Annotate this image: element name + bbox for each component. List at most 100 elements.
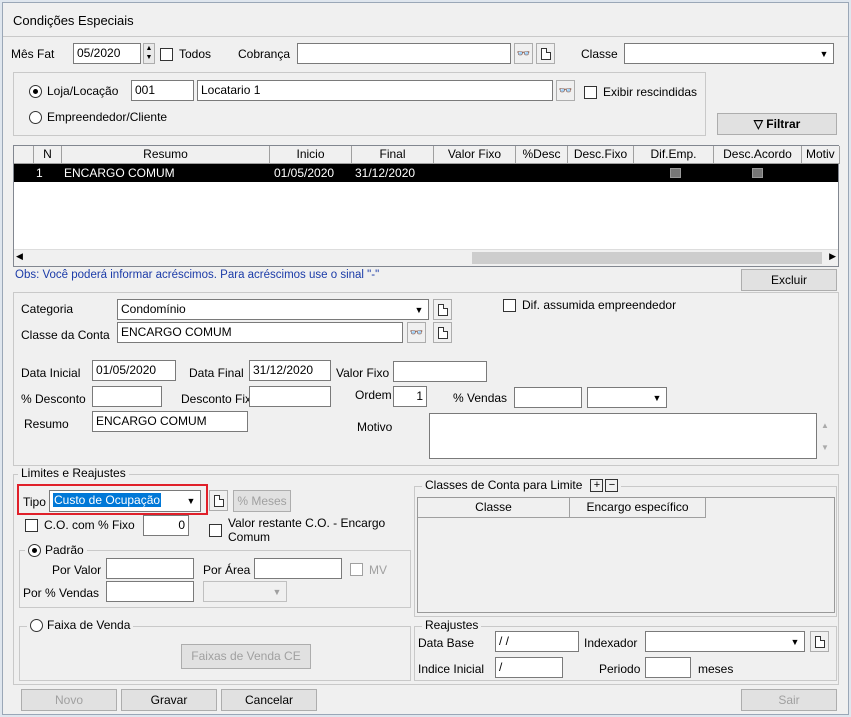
chevron-down-icon: ▼ (414, 304, 424, 315)
grid-col-n[interactable]: N (34, 146, 62, 164)
filtrar-label: Filtrar (766, 117, 801, 131)
cobranca-label: Cobrança (238, 47, 291, 61)
loja-name-input[interactable]: Locatario 1 (197, 80, 553, 101)
loja-code-input[interactable]: 001 (131, 80, 194, 101)
conditions-grid[interactable]: N Resumo Inicio Final Valor Fixo %Desc D… (13, 145, 840, 267)
categoria-select-value: Condomínio (121, 302, 186, 316)
indexador-select[interactable]: ▼ (645, 631, 805, 652)
window: Condições Especiais Mês Fat 05/2020 ▲ ▼ T… (2, 2, 849, 715)
por-valor-input[interactable] (106, 558, 194, 579)
grid-col-valor-fixo[interactable]: Valor Fixo (434, 146, 516, 164)
valor-restante-checkbox[interactable] (209, 524, 222, 537)
row-desc-acordo-checkbox[interactable] (752, 168, 763, 178)
motivo-textarea[interactable] (429, 413, 817, 459)
data-base-input[interactable]: / / (495, 631, 579, 652)
grid-col-motivo[interactable]: Motiv (802, 146, 840, 164)
loja-radio[interactable] (29, 85, 42, 98)
faixas-venda-button[interactable]: Faixas de Venda CE (181, 644, 311, 669)
grid-col-resumo[interactable]: Resumo (62, 146, 270, 164)
por-vendas-input[interactable] (106, 581, 194, 602)
grid-col-inicio[interactable]: Inicio (270, 146, 352, 164)
meses-label: meses (698, 662, 734, 676)
search-binoculars-icon[interactable]: 👓 (514, 43, 533, 64)
meses-button[interactable]: % Meses (233, 490, 291, 512)
row-dif-emp-checkbox[interactable] (670, 168, 681, 178)
indice-label: Indice Inicial (418, 662, 485, 676)
co-fixo-label: C.O. com % Fixo (44, 518, 135, 532)
todos-label: Todos (179, 47, 212, 61)
grid-col-indicator (14, 146, 34, 164)
minus-icon[interactable]: − (605, 478, 619, 492)
grid-col-desc-fixo[interactable]: Desc.Fixo (568, 146, 634, 164)
vendas-select[interactable]: ▼ (587, 387, 667, 408)
classe-select[interactable]: ▼ (624, 43, 834, 64)
por-area-label: Por Área (203, 563, 251, 577)
resumo-input[interactable]: ENCARGO COMUM (92, 411, 248, 432)
periodo-input[interactable] (645, 657, 691, 678)
cobranca-input[interactable] (297, 43, 511, 64)
por-vendas-select[interactable]: ▼ (203, 581, 287, 602)
classe-conta-search-binoculars-icon[interactable]: 👓 (407, 322, 426, 343)
indexador-new-document-icon[interactable] (810, 631, 829, 652)
sair-button[interactable]: Sair (741, 689, 837, 711)
loja-search-binoculars-icon[interactable]: 👓 (556, 80, 575, 101)
ordem-input[interactable]: 1 (393, 386, 427, 407)
todos-checkbox[interactable] (160, 48, 173, 61)
categoria-new-document-icon[interactable] (433, 299, 452, 320)
categoria-label: Categoria (21, 302, 74, 316)
grid-col-final[interactable]: Final (352, 146, 434, 164)
filtrar-button[interactable]: ▽ Filtrar (717, 113, 837, 135)
indexador-label: Indexador (584, 636, 638, 650)
valor-fixo-input[interactable] (393, 361, 487, 382)
empreendedor-radio[interactable] (29, 111, 42, 124)
valor-restante-label: Valor restante C.O. - Encargo Comum (228, 516, 386, 544)
exibir-rescindidas-label: Exibir rescindidas (603, 85, 698, 99)
data-final-label: Data Final (189, 366, 244, 380)
row-resumo: ENCARGO COMUM (64, 166, 175, 180)
vendas-input[interactable] (514, 387, 582, 408)
grid-col-desc[interactable]: %Desc (516, 146, 568, 164)
motivo-label: Motivo (357, 420, 393, 434)
faixa-label: Faixa de Venda (47, 618, 131, 632)
padrao-radio[interactable] (28, 543, 41, 557)
data-final-input[interactable]: 31/12/2020 (249, 360, 331, 381)
chevron-down-icon: ▼ (652, 392, 662, 403)
desconto-fixo-input[interactable] (249, 386, 331, 407)
indice-input[interactable]: / (495, 657, 563, 678)
grid-col-desc-acordo[interactable]: Desc.Acordo (714, 146, 802, 164)
dif-assumida-checkbox[interactable] (503, 299, 516, 312)
new-document-icon[interactable] (536, 43, 555, 64)
data-inicial-input[interactable]: 01/05/2020 (92, 360, 176, 381)
classes-limite-grid[interactable]: Classe Encargo específico (417, 497, 835, 613)
classe-conta-input[interactable]: ENCARGO COMUM (117, 322, 403, 343)
co-fixo-input[interactable]: 0 (143, 515, 189, 536)
por-area-input[interactable] (254, 558, 342, 579)
classe-conta-new-document-icon[interactable] (433, 322, 452, 343)
co-fixo-checkbox[interactable] (25, 519, 38, 532)
grid-col-dif-emp[interactable]: Dif.Emp. (634, 146, 714, 164)
scroll-left-icon[interactable]: ◀ (16, 251, 23, 262)
cancelar-button[interactable]: Cancelar (221, 689, 317, 711)
categoria-select[interactable]: Condomínio ▼ (117, 299, 429, 320)
grid-col-encargo[interactable]: Encargo específico (570, 498, 706, 518)
faixa-radio[interactable] (30, 618, 43, 632)
tipo-new-document-icon[interactable] (209, 490, 228, 511)
mv-checkbox[interactable] (350, 563, 363, 576)
novo-button[interactable]: Novo (21, 689, 117, 711)
plus-icon[interactable]: + (590, 478, 604, 492)
grid-horizontal-scrollbar[interactable]: ◀ ▶ (14, 249, 838, 266)
motivo-scroll-icon[interactable]: ▲ ▼ (821, 415, 829, 459)
scroll-right-icon[interactable]: ▶ (829, 251, 836, 262)
desconto-input[interactable] (92, 386, 162, 407)
scrollbar-thumb[interactable] (472, 252, 822, 264)
valor-fixo-label: Valor Fixo (336, 366, 390, 380)
exibir-rescindidas-checkbox[interactable] (584, 86, 597, 99)
gravar-button[interactable]: Gravar (121, 689, 217, 711)
table-row[interactable]: 1 ENCARGO COMUM 01/05/2020 31/12/2020 (14, 164, 838, 182)
mes-fat-spinner[interactable]: ▲ ▼ (143, 43, 155, 64)
data-inicial-label: Data Inicial (21, 366, 81, 380)
grid-col-classe[interactable]: Classe (418, 498, 570, 518)
mes-fat-input[interactable]: 05/2020 (73, 43, 141, 64)
excluir-button[interactable]: Excluir (741, 269, 837, 291)
mv-label: MV (369, 563, 387, 577)
